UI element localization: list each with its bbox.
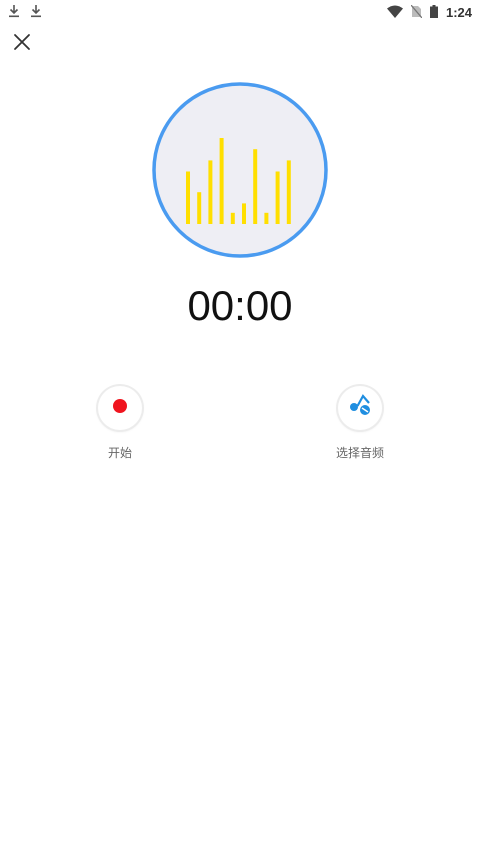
no-sim-icon [410, 3, 423, 22]
visualizer-bar [286, 160, 291, 224]
download-icon [8, 3, 20, 22]
recording-timer: 00:00 [187, 282, 293, 329]
visualizer-bar [197, 192, 202, 224]
music-note-icon [347, 393, 373, 423]
visualizer-bar [219, 138, 224, 224]
start-action[interactable]: 开始 [75, 386, 165, 461]
visualizer-bar [186, 171, 190, 224]
choose-audio-label: 选择音频 [335, 446, 384, 460]
start-button[interactable] [98, 386, 142, 430]
start-label: 开始 [107, 446, 132, 460]
visualizer-graphic [152, 82, 328, 258]
status-bar: 1:24 [0, 0, 480, 22]
download-icon [30, 3, 42, 22]
visualizer-bar [242, 203, 246, 224]
visualizer-bar [253, 149, 258, 224]
visualizer-bar [208, 160, 213, 224]
visualizer-bar [264, 212, 269, 224]
battery-icon [429, 3, 438, 22]
wifi-icon [386, 3, 403, 22]
visualizer-bar [230, 212, 235, 224]
close-icon [12, 32, 32, 56]
record-dot-icon [112, 398, 128, 418]
audio-visualizer [152, 82, 328, 258]
close-button[interactable] [8, 30, 36, 58]
visualizer-ring [152, 82, 328, 258]
choose-audio-action[interactable]: 选择音频 [315, 386, 405, 461]
visualizer-bar [275, 171, 280, 224]
choose-audio-button[interactable] [338, 386, 382, 430]
status-time: 1:24 [445, 5, 472, 20]
